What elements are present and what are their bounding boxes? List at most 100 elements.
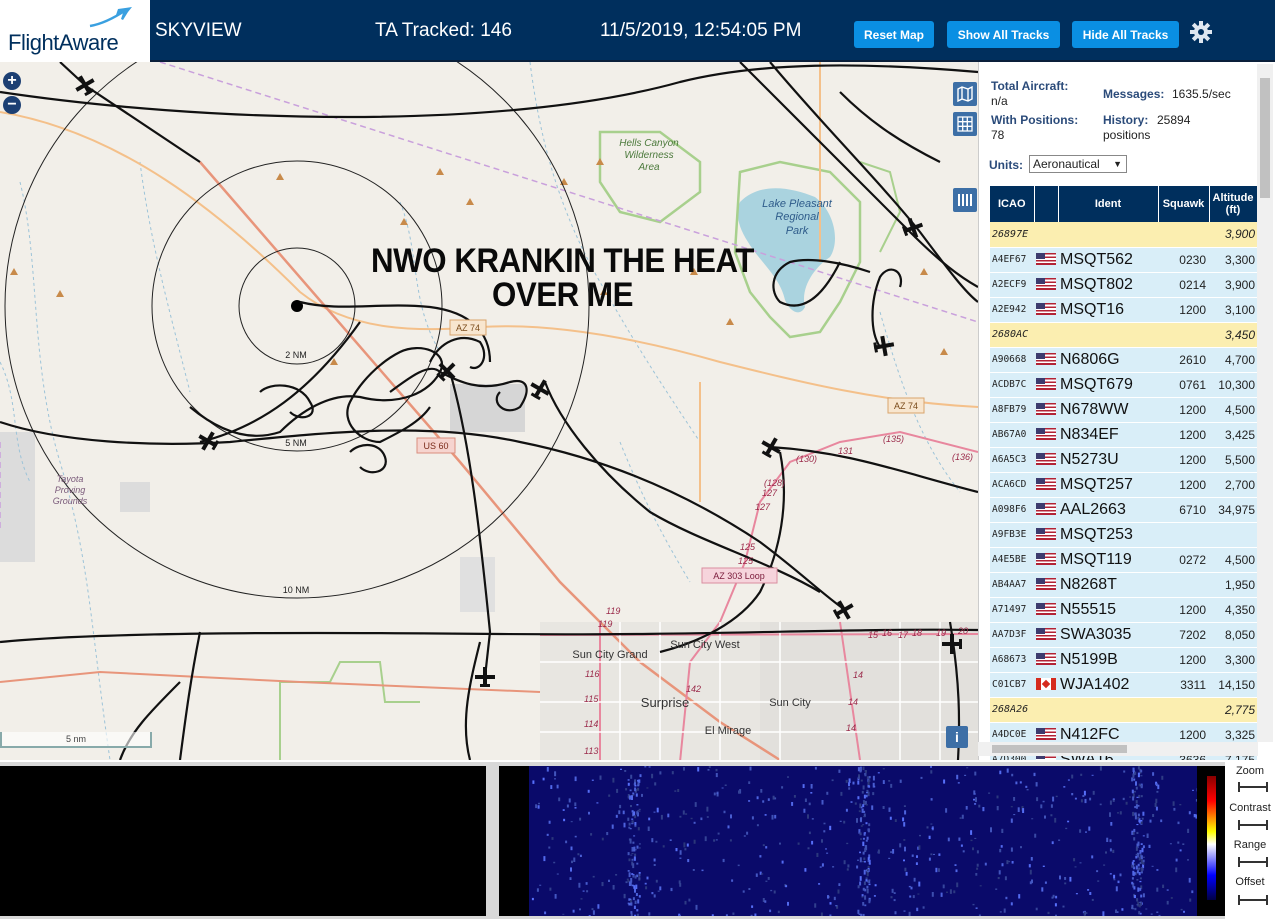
road-az74-a: AZ 74 <box>456 323 480 333</box>
table-row[interactable]: A90668 N6806G 2610 4,700 <box>990 347 1257 373</box>
exit-128: (128) <box>764 478 785 488</box>
col-ident[interactable]: Ident <box>1058 186 1159 222</box>
altitude-cell: 3,300 <box>1209 247 1257 273</box>
altitude-cell: 14,150 <box>1209 672 1257 698</box>
icao-cell: A9FB3E <box>990 522 1034 548</box>
scroll-thumb[interactable] <box>1260 78 1270 198</box>
col-altitude[interactable]: Altitude (ft) <box>1209 186 1258 222</box>
road-us60: US 60 <box>423 441 448 451</box>
table-row[interactable]: A4EF67 MSQT562 0230 3,300 <box>990 247 1257 273</box>
columns-button[interactable] <box>953 188 977 212</box>
units-select-value: Aeronautical <box>1033 157 1100 171</box>
exit-16: 16 <box>882 628 892 638</box>
squawk-cell <box>1158 572 1209 598</box>
zoom-out-button[interactable]: − <box>3 96 21 114</box>
exit-17: 17 <box>898 630 909 640</box>
icao-cell: ACA6CD <box>990 472 1034 498</box>
table-row[interactable]: A68673 N5199B 1200 3,300 <box>990 647 1257 673</box>
altitude-cell: 2,700 <box>1209 472 1257 498</box>
col-flag[interactable] <box>1034 186 1059 222</box>
col-icao[interactable]: ICAO <box>990 186 1035 222</box>
icao-cell: A8FB79 <box>990 397 1034 423</box>
ident-cell: SWA3035 <box>1058 622 1158 648</box>
table-row[interactable]: A098F6 AAL2663 6710 34,975 <box>990 497 1257 523</box>
sidebar-horizontal-scrollbar[interactable] <box>978 742 1258 756</box>
range-label: Range <box>1233 839 1267 851</box>
road-az74-b: AZ 74 <box>894 401 918 411</box>
logo-text: FlightAware <box>8 30 119 55</box>
us-flag-icon <box>1036 253 1056 266</box>
flag-cell <box>1034 497 1058 523</box>
table-row[interactable]: A2E942 MSQT16 1200 3,100 <box>990 297 1257 323</box>
range-slider[interactable] <box>1238 857 1268 867</box>
altitude-cell: 5,500 <box>1209 447 1257 473</box>
squawk-cell: 0272 <box>1158 547 1209 573</box>
ident-cell: N834EF <box>1058 422 1158 448</box>
table-row[interactable]: AA7D3F SWA3035 7202 8,050 <box>990 622 1257 648</box>
squawk-cell: 1200 <box>1158 422 1209 448</box>
road-az303: AZ 303 Loop <box>713 571 765 581</box>
label-sun-city-grand: Sun City Grand <box>572 649 647 661</box>
altitude-cell: 3,300 <box>1209 647 1257 673</box>
table-row[interactable]: A71497 N55515 1200 4,350 <box>990 597 1257 623</box>
table-row[interactable]: ACA6CD MSQT257 1200 2,700 <box>990 472 1257 498</box>
ident-cell: WJA1402 <box>1058 672 1158 698</box>
table-row[interactable]: ACDB7C MSQT679 0761 10,300 <box>990 372 1257 398</box>
table-row[interactable]: 268A26 2,775 <box>990 697 1257 723</box>
exit-127a: 127 <box>762 488 778 498</box>
ident-cell: N55515 <box>1058 597 1158 623</box>
waterfall-controls: Zoom Contrast Range Offset <box>1225 762 1275 919</box>
units-select[interactable]: Aeronautical ▼ <box>1029 155 1127 173</box>
ident-cell <box>1058 222 1158 248</box>
table-row[interactable]: A6A5C3 N5273U 1200 5,500 <box>990 447 1257 473</box>
sidebar-vertical-scrollbar[interactable] <box>1257 64 1273 742</box>
map-view[interactable]: Hells Canyon Wilderness Area Lake Pleasa… <box>0 62 978 760</box>
icao-cell: C01CB7 <box>990 672 1034 698</box>
flag-cell <box>1034 522 1058 548</box>
ident-cell: MSQT253 <box>1058 522 1158 548</box>
col-altitude-unit: (ft) <box>1225 204 1241 216</box>
col-squawk[interactable]: Squawk <box>1158 186 1210 222</box>
table-row[interactable]: AB4AA7 N8268T 1,950 <box>990 572 1257 598</box>
flag-cell <box>1034 322 1058 348</box>
icao-cell: AB67A0 <box>990 422 1034 448</box>
scroll-thumb[interactable] <box>992 745 1127 753</box>
offset-slider[interactable] <box>1238 895 1268 905</box>
icao-cell: A71497 <box>990 597 1034 623</box>
table-row[interactable]: A8FB79 N678WW 1200 4,500 <box>990 397 1257 423</box>
zoom-slider[interactable] <box>1238 782 1268 792</box>
reset-map-button[interactable]: Reset Map <box>854 21 934 48</box>
squawk-cell <box>1158 322 1209 348</box>
gear-icon[interactable] <box>1189 20 1213 44</box>
ident-cell: N5199B <box>1058 647 1158 673</box>
exit-113: 113 <box>584 746 598 756</box>
table-row[interactable]: A4E5BE MSQT119 0272 4,500 <box>990 547 1257 573</box>
table-row[interactable]: AB67A0 N834EF 1200 3,425 <box>990 422 1257 448</box>
zoom-in-button[interactable]: + <box>3 72 21 90</box>
altitude-cell: 3,450 <box>1209 322 1257 348</box>
altitude-cell: 34,975 <box>1209 497 1257 523</box>
table-row[interactable]: A9FB3E MSQT253 <box>990 522 1257 548</box>
zoom-label: Zoom <box>1235 765 1265 777</box>
exit-125b: 125 <box>738 556 754 566</box>
table-row[interactable]: 26897E 3,900 <box>990 222 1257 248</box>
hide-all-tracks-button[interactable]: Hide All Tracks <box>1072 21 1179 48</box>
squawk-cell: 0214 <box>1158 272 1209 298</box>
squawk-cell <box>1158 522 1209 548</box>
label-park: Park <box>786 225 809 237</box>
altitude-cell: 3,100 <box>1209 297 1257 323</box>
spectrum-display <box>0 766 486 916</box>
contrast-slider[interactable] <box>1238 820 1268 830</box>
waterfall-display[interactable] <box>529 766 1197 916</box>
top-header: FlightAware SKYVIEW TA Tracked: 146 11/5… <box>0 0 1275 62</box>
map-layer-button[interactable] <box>953 82 977 106</box>
grid-toggle-button[interactable] <box>953 112 977 136</box>
table-row[interactable]: C01CB7 WJA1402 3311 14,150 <box>990 672 1257 698</box>
show-all-tracks-button[interactable]: Show All Tracks <box>947 21 1060 48</box>
tracked-count: TA Tracked: 146 <box>375 20 512 41</box>
exit-114: 114 <box>584 719 598 729</box>
flightaware-logo[interactable]: FlightAware <box>0 0 150 62</box>
table-row[interactable]: 2680AC 3,450 <box>990 322 1257 348</box>
table-row[interactable]: A2ECF9 MSQT802 0214 3,900 <box>990 272 1257 298</box>
info-button[interactable]: i <box>946 726 968 748</box>
